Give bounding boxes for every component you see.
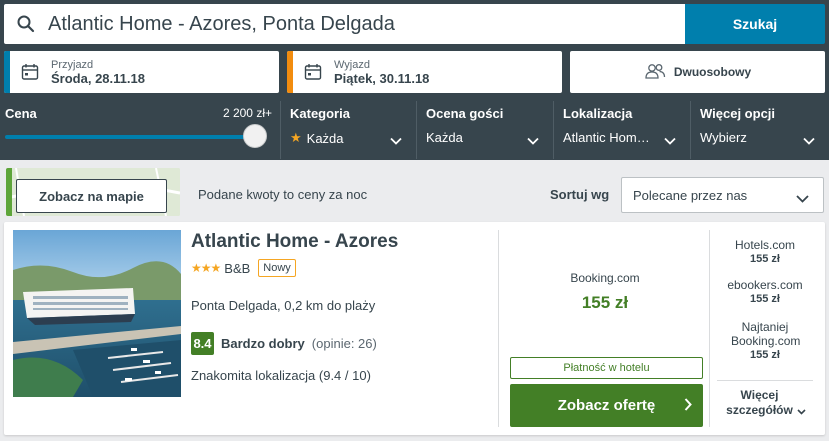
sort-select[interactable]: Polecane przez nas xyxy=(621,177,824,213)
view-deal-label: Zobacz ofertę xyxy=(557,397,656,414)
map-preview[interactable]: Zobacz na mapie xyxy=(6,168,180,216)
price-slider-handle[interactable] xyxy=(243,124,267,148)
more-details-link[interactable]: Więcej szczegółów xyxy=(709,388,821,419)
category-filter-title: Kategoria xyxy=(290,106,350,121)
price-note: Podane kwoty to ceny za noc xyxy=(198,187,368,202)
rating-filter[interactable]: Ocena gości Każda xyxy=(416,101,553,159)
price-filter-title: Cena xyxy=(5,106,37,121)
divider xyxy=(717,380,813,381)
checkin-date[interactable]: Przyjazd Środa, 28.11.18 xyxy=(4,51,279,93)
alt-offer-price: 155 zł xyxy=(750,349,780,361)
score-badge: 8.4 xyxy=(191,332,214,355)
location-filter-value: Atlantic Hom… xyxy=(563,130,650,145)
checkin-label: Przyjazd xyxy=(51,59,94,71)
review-count: (opinie: 26) xyxy=(311,336,377,351)
star-icon: ★ xyxy=(290,130,302,145)
sort-label: Sortuj wg xyxy=(550,187,610,202)
main-offer: Booking.com 155 zł Płatność w hotelu Zob… xyxy=(500,230,710,427)
pay-at-hotel-badge: Płatność w hotelu xyxy=(510,357,703,379)
location-filter-title: Lokalizacja xyxy=(563,106,633,121)
search-bar: Szukaj xyxy=(4,4,825,44)
hotel-location: Ponta Delgada, 0,2 km do plaży xyxy=(191,298,376,313)
checkout-date[interactable]: Wyjazd Piątek, 30.11.18 xyxy=(287,51,562,93)
room-type-selector[interactable]: Dwuosobowy xyxy=(570,51,825,93)
more-options-value: Wybierz xyxy=(700,130,747,145)
score-label: Bardzo dobry xyxy=(221,336,305,351)
hotel-photo[interactable] xyxy=(13,230,181,397)
view-deal-button[interactable]: Zobacz ofertę xyxy=(510,384,703,427)
calendar-icon xyxy=(21,63,41,81)
alt-offer-site: Hotels.com xyxy=(734,238,796,252)
alt-offer-site: ebookers.com xyxy=(727,278,803,292)
price-filter[interactable]: Cena 2 200 zł+ xyxy=(0,101,280,159)
checkin-value: Środa, 28.11.18 xyxy=(51,71,145,86)
location-score: Znakomita lokalizacja (9.4 / 10) xyxy=(191,368,371,383)
chevron-right-icon xyxy=(684,398,692,415)
chevron-down-icon xyxy=(664,132,676,150)
view-on-map-button[interactable]: Zobacz na mapie xyxy=(16,179,167,213)
checkout-color-bar xyxy=(287,51,293,93)
price-slider[interactable] xyxy=(5,124,267,148)
accommodation-type: B&B xyxy=(224,260,251,276)
chevron-down-icon xyxy=(796,404,806,419)
offer-site: Booking.com xyxy=(570,271,640,285)
star-rating-icon: ★★★ xyxy=(191,261,221,275)
alt-offer-hotels[interactable]: Hotels.com 155 zł xyxy=(709,238,821,266)
alt-offer-site: Najtaniej Booking.com xyxy=(731,320,801,348)
search-field[interactable] xyxy=(4,4,685,44)
alt-offer-price: 155 zł xyxy=(750,253,780,265)
checkin-color-bar xyxy=(4,51,10,93)
search-input[interactable] xyxy=(48,12,648,36)
chevron-down-icon xyxy=(803,132,815,150)
search-icon xyxy=(4,15,48,33)
hotel-result-card: Atlantic Home - Azores ★★★ B&B Nowy Pont… xyxy=(4,222,825,435)
search-button[interactable]: Szukaj xyxy=(685,4,825,44)
rating-filter-value: Każda xyxy=(426,130,463,145)
divider xyxy=(498,230,499,427)
location-filter[interactable]: Lokalizacja Atlantic Hom… xyxy=(553,101,690,159)
more-details-label: Więcej szczegółów xyxy=(726,388,793,417)
price-filter-max: 2 200 zł+ xyxy=(222,106,272,120)
results-area: Zobacz na mapie Podane kwoty to ceny za … xyxy=(0,160,829,441)
rating-filter-title: Ocena gości xyxy=(426,106,504,121)
more-options-title: Więcej opcji xyxy=(700,106,776,121)
alt-offer-price: 155 zł xyxy=(750,293,780,305)
category-filter-value: Każda xyxy=(306,130,344,146)
chevron-down-icon xyxy=(527,132,539,150)
category-filter[interactable]: Kategoria ★ Każda xyxy=(280,101,416,159)
offer-price: 155 zł xyxy=(581,293,629,312)
more-options-filter[interactable]: Więcej opcji Wybierz xyxy=(690,101,829,159)
checkout-label: Wyjazd xyxy=(334,59,370,71)
sort-select-value: Polecane przez nas xyxy=(633,187,748,203)
new-badge: Nowy xyxy=(258,259,296,277)
alt-offer-ebookers[interactable]: ebookers.com 155 zł xyxy=(709,278,821,306)
checkout-value: Piątek, 30.11.18 xyxy=(334,71,430,86)
chevron-down-icon xyxy=(390,132,402,150)
calendar-icon xyxy=(304,63,324,81)
alt-offer-booking[interactable]: Najtaniej Booking.com 155 zł xyxy=(731,320,801,362)
hotel-name[interactable]: Atlantic Home - Azores xyxy=(191,231,398,253)
people-icon xyxy=(644,63,666,82)
room-type-label: Dwuosobowy xyxy=(673,65,752,79)
chevron-down-icon xyxy=(796,191,809,206)
